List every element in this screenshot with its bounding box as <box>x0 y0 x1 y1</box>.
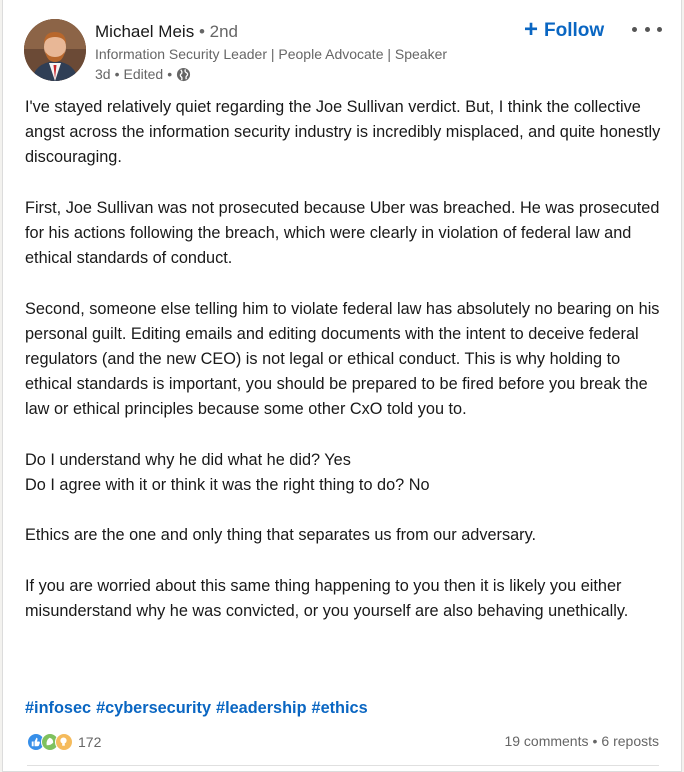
reaction-count: 172 <box>78 734 102 750</box>
globe-icon <box>176 67 191 82</box>
post-paragraph: If you are worried about this same thing… <box>25 576 629 620</box>
dot <box>632 26 637 32</box>
hashtag-link[interactable]: #ethics <box>312 696 368 721</box>
post-card: Michael Meis • 2nd Information Security … <box>2 0 682 772</box>
insightful-icon <box>55 733 73 751</box>
follow-button[interactable]: + Follow <box>524 17 604 45</box>
divider <box>27 765 659 766</box>
post-body: I've stayed relatively quiet regarding t… <box>25 95 665 624</box>
dot <box>657 26 662 32</box>
post-paragraph: Second, someone else telling him to viol… <box>25 299 660 419</box>
social-separator: • <box>592 733 598 749</box>
post-time: 3d <box>95 66 111 82</box>
edited-label: Edited <box>123 66 164 82</box>
hashtags: #infosec #cybersecurity #leadership #eth… <box>25 696 368 721</box>
reposts-count[interactable]: 6 reposts <box>601 733 659 749</box>
avatar-photo <box>24 19 86 81</box>
meta-separator: • <box>114 66 120 82</box>
comments-count[interactable]: 19 comments <box>504 733 588 749</box>
hashtag-link[interactable]: #leadership <box>216 696 307 721</box>
connection-degree: • 2nd <box>198 22 238 41</box>
post-paragraph: First, Joe Sullivan was not prosecuted b… <box>25 198 660 268</box>
hashtag-link[interactable]: #cybersecurity <box>96 696 211 721</box>
post-paragraph: Do I understand why he did what he did? … <box>25 450 351 469</box>
reactions-summary[interactable]: 172 <box>27 731 101 753</box>
social-counts: 19 comments • 6 reposts <box>504 733 659 749</box>
follow-label: Follow <box>544 20 605 41</box>
post-paragraph: Do I agree with it or think it was the r… <box>25 476 430 494</box>
post-paragraph: Ethics are the one and only thing that s… <box>25 526 537 545</box>
author-name[interactable]: Michael Meis <box>95 22 194 41</box>
author-avatar[interactable] <box>24 19 86 81</box>
post-meta: 3d • Edited • <box>95 65 191 83</box>
author-name-row: Michael Meis • 2nd <box>95 21 238 43</box>
plus-icon: + <box>524 15 539 43</box>
author-headline: Information Security Leader | People Adv… <box>95 46 448 62</box>
more-icon[interactable] <box>632 18 662 40</box>
hashtag-link[interactable]: #infosec <box>25 696 91 721</box>
meta-separator: • <box>167 66 173 82</box>
dot <box>644 26 650 32</box>
post-paragraph: I've stayed relatively quiet regarding t… <box>25 98 661 167</box>
